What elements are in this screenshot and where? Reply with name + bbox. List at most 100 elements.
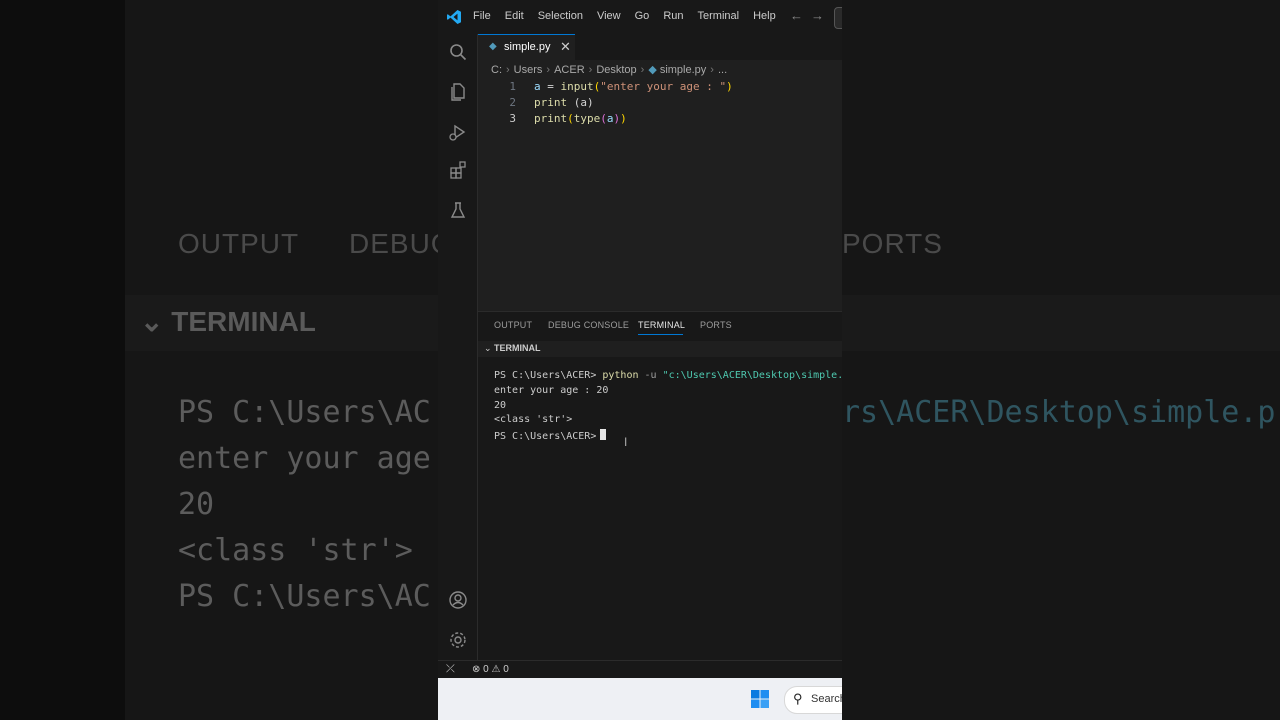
breadcrumb-drive[interactable]: C:: [491, 64, 502, 76]
panel-tab-terminal[interactable]: TERMINAL: [638, 320, 685, 330]
warning-count: 0: [503, 664, 509, 675]
token: print: [534, 112, 568, 125]
explorer-icon[interactable]: [448, 81, 468, 101]
menu-help[interactable]: Help: [753, 10, 776, 22]
menu-selection[interactable]: Selection: [538, 10, 583, 22]
tab-simple-py[interactable]: ◆ simple.py ✕: [478, 34, 575, 61]
terminal-line-prompt[interactable]: PS C:\Users\ACER>: [494, 429, 607, 442]
vscode-logo-icon: [447, 10, 461, 24]
token: (: [567, 112, 574, 125]
token: a: [606, 112, 614, 125]
taskbar-search[interactable]: ⚲ Search: [784, 686, 842, 714]
token: ): [726, 80, 733, 93]
panel-tab-output[interactable]: OUTPUT: [494, 320, 532, 330]
command-center[interactable]: [834, 7, 842, 29]
chevron-right-icon: ›: [710, 64, 714, 76]
bg-line-2: enter your age: [178, 441, 431, 476]
forward-arrow-icon[interactable]: →: [811, 8, 824, 23]
editor-tabs: ◆ simple.py ✕: [478, 34, 842, 61]
windows-start-icon[interactable]: [751, 690, 769, 708]
panel-tab-ports[interactable]: PORTS: [700, 320, 732, 330]
title-bar: File Edit Selection View Go Run Terminal…: [438, 0, 842, 34]
terminal-cmd: python: [602, 370, 639, 381]
search-icon: ⚲: [793, 691, 803, 706]
menu-file[interactable]: File: [473, 10, 491, 22]
chevron-right-icon: ›: [506, 64, 510, 76]
extensions-icon[interactable]: [448, 160, 468, 180]
tab-label: simple.py: [504, 41, 551, 53]
bg-line-1: PS C:\Users\AC: [178, 395, 431, 430]
python-file-icon: ◆: [648, 64, 657, 76]
active-tab-indicator: [638, 334, 683, 335]
error-count: 0: [483, 664, 489, 675]
chevron-right-icon: ›: [546, 64, 551, 76]
terminal-flag: -u: [638, 370, 663, 381]
terminal-prompt: PS C:\Users\ACER>: [494, 431, 597, 442]
chevron-right-icon: ›: [588, 64, 593, 76]
menu-edit[interactable]: Edit: [505, 10, 524, 22]
remote-icon[interactable]: ⤫: [446, 663, 455, 676]
search-icon[interactable]: [448, 42, 468, 62]
terminal-line-output: <class 'str'>: [494, 414, 573, 425]
code-editor[interactable]: 1 2 3 a = input("enter your age : ") pri…: [478, 78, 842, 310]
text-cursor-icon: I: [624, 435, 628, 449]
token: a: [534, 80, 541, 93]
testing-flask-icon[interactable]: [448, 200, 468, 220]
panel-tab-debug-console[interactable]: DEBUG CONSOLE: [548, 320, 629, 330]
menu-go[interactable]: Go: [635, 10, 650, 22]
code-line-2[interactable]: print (a): [534, 96, 594, 109]
token: type: [573, 112, 601, 125]
code-line-1[interactable]: a = input("enter your age : "): [534, 80, 733, 93]
bg-line-3: 20: [178, 487, 215, 522]
token: "enter your age : ": [600, 80, 727, 93]
back-arrow-icon[interactable]: ←: [790, 8, 803, 23]
breadcrumb-acer[interactable]: ACER: [554, 64, 585, 76]
terminal-cursor: [600, 429, 607, 440]
terminal-line-output: 20: [494, 400, 507, 411]
token: (a): [567, 96, 594, 109]
terminal-header[interactable]: ⌄ TERMINAL: [478, 341, 842, 357]
bg-line-4: <class 'str'>: [178, 533, 413, 568]
menu-bar: File Edit Selection View Go Run Terminal…: [473, 10, 790, 22]
bg-tab-ports: PORTS: [842, 228, 943, 259]
bg-line-5: PS C:\Users\AC: [178, 579, 431, 614]
breadcrumb-desktop[interactable]: Desktop: [596, 64, 636, 76]
menu-terminal[interactable]: Terminal: [698, 10, 740, 22]
code-line-3[interactable]: print(type(a)): [534, 112, 627, 125]
breadcrumb-users[interactable]: Users: [514, 64, 543, 76]
terminal-line-command[interactable]: PS C:\Users\ACER> python -u "c:\Users\AC…: [494, 370, 842, 381]
token: (: [600, 112, 607, 125]
bg-terminal-label: TERMINAL: [171, 306, 316, 337]
chevron-right-icon: ›: [640, 64, 645, 76]
menu-view[interactable]: View: [597, 10, 621, 22]
bg-tab-output: OUTPUT: [178, 228, 300, 259]
problems-indicator[interactable]: ⊗ 0 ⚠ 0: [472, 664, 509, 675]
windows-taskbar: ⚲ Search: [438, 678, 842, 720]
terminal-prompt: PS C:\Users\ACER>: [494, 370, 603, 381]
run-debug-icon[interactable]: [448, 122, 468, 142]
terminal-line-output: enter your age : 20: [494, 385, 609, 396]
close-icon[interactable]: ✕: [560, 39, 571, 55]
menu-run[interactable]: Run: [663, 10, 683, 22]
token: print: [534, 96, 568, 109]
gear-icon[interactable]: [448, 630, 468, 650]
python-file-icon: ◆: [489, 41, 497, 52]
breadcrumb-more[interactable]: ...: [718, 64, 727, 76]
bg-terminal-header: ⌄ TERMINAL: [140, 306, 316, 337]
token: input: [560, 80, 594, 93]
line-number: 1: [509, 80, 516, 93]
bottom-panel: OUTPUT DEBUG CONSOLE TERMINAL PORTS ⌄ TE…: [478, 311, 842, 661]
breadcrumb: C: › Users › ACER › Desktop › ◆ simple.py ›...: [491, 63, 727, 76]
line-number: 2: [509, 96, 516, 109]
activity-bar: [438, 34, 478, 660]
token: =: [540, 80, 561, 93]
bg-right-path: rs\ACER\Desktop\simple.p: [842, 395, 1276, 430]
taskbar-search-label: Search: [811, 693, 842, 705]
token: ): [620, 112, 627, 125]
vscode-window: File Edit Selection View Go Run Terminal…: [438, 0, 842, 720]
terminal-title: TERMINAL: [494, 343, 541, 353]
terminal-path: "c:\Users\ACER\Desktop\simple.py": [662, 370, 842, 381]
status-bar: ⤫ ⊗ 0 ⚠ 0: [438, 660, 842, 679]
breadcrumb-file[interactable]: simple.py: [660, 64, 706, 76]
account-icon[interactable]: [448, 590, 468, 610]
